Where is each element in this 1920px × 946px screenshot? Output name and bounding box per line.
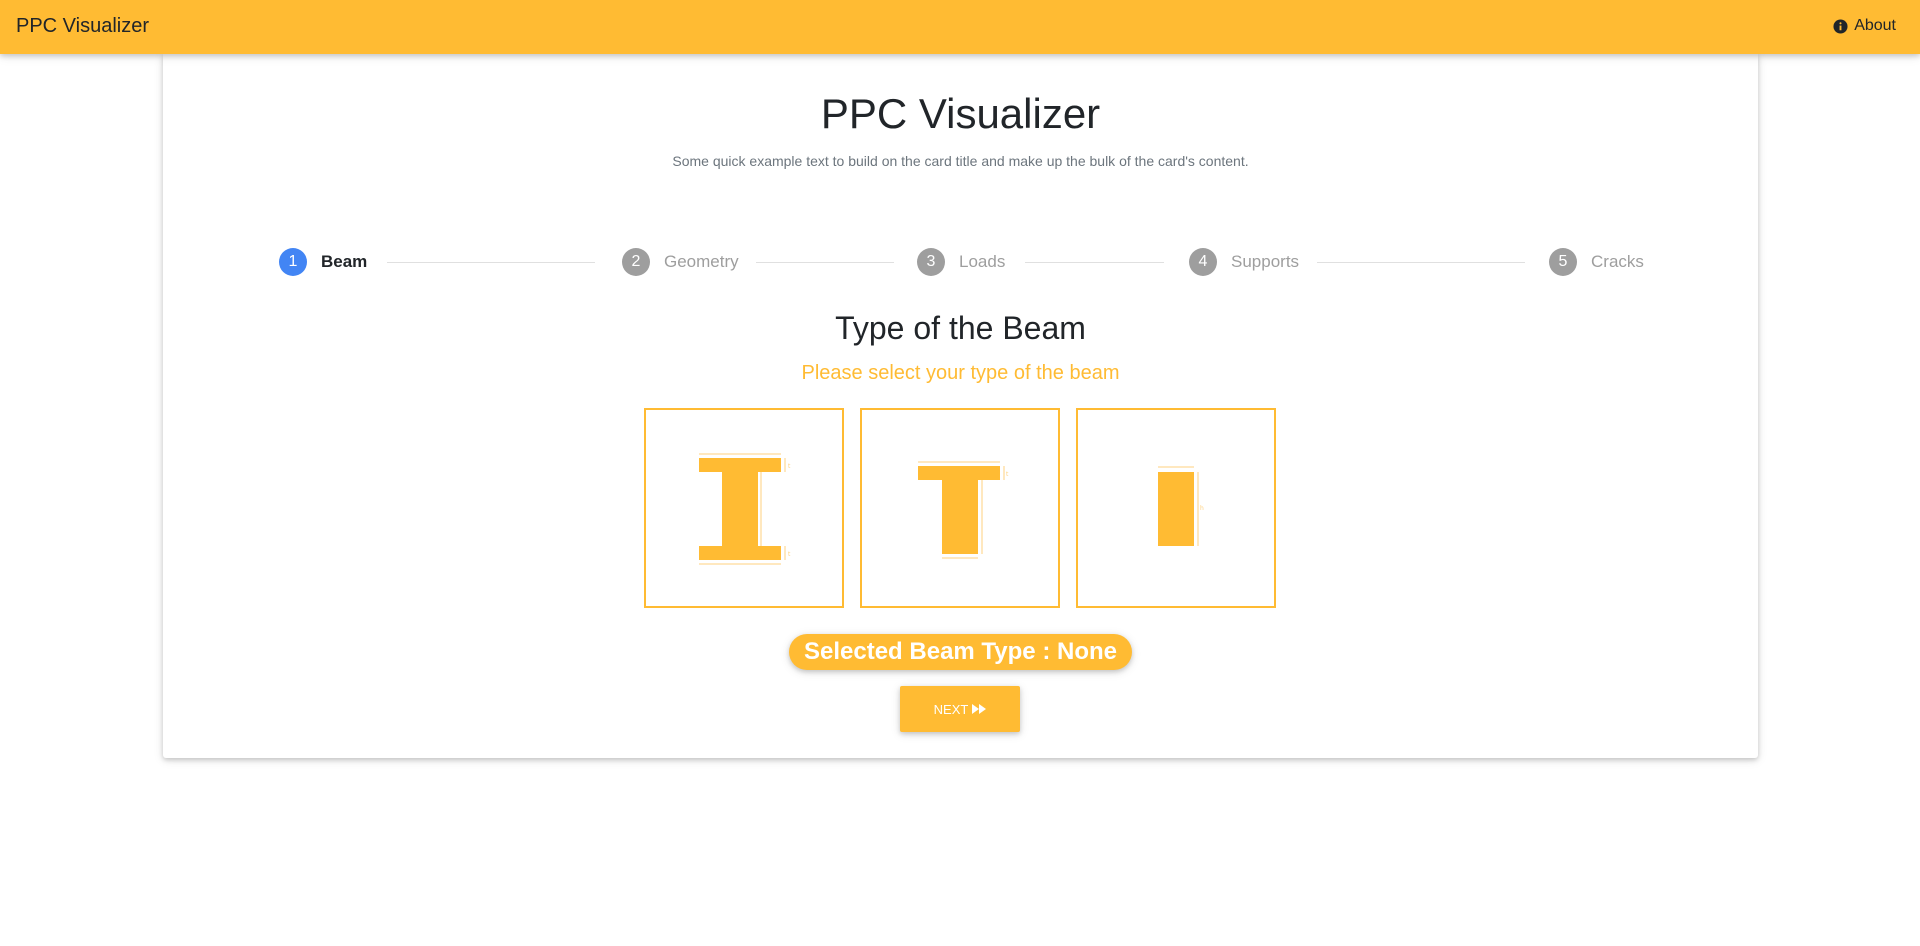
svg-text:h: h <box>1200 505 1204 512</box>
step-geometry[interactable]: 2 Geometry <box>622 244 739 280</box>
step-cracks[interactable]: 5 Cracks <box>1549 244 1644 280</box>
beam-option-rectangular[interactable]: h <box>1076 408 1276 608</box>
step-label: Loads <box>959 252 1006 271</box>
step-label: Beam <box>321 252 368 271</box>
svg-text:t: t <box>788 551 791 558</box>
beam-section-title: Type of the Beam <box>835 310 1086 346</box>
step-number: 1 <box>279 248 307 276</box>
step-connector <box>1317 262 1525 263</box>
card-title: PPC Visualizer <box>820 90 1101 137</box>
beam-option-i[interactable]: t t <box>644 408 844 608</box>
step-label: Geometry <box>664 252 739 271</box>
info-circle-icon <box>1833 18 1848 34</box>
step-label: Supports <box>1231 252 1300 271</box>
stepper: 1 Beam 2 Geometry 3 Loads 4 Supports 5 C… <box>279 244 1644 280</box>
step-connector <box>756 262 894 263</box>
svg-text:t: t <box>788 463 791 470</box>
beam-option-t[interactable]: t <box>860 408 1060 608</box>
rectangular-beam-icon: h <box>1158 466 1204 546</box>
step-number: 5 <box>1549 248 1577 276</box>
step-supports[interactable]: 4 Supports <box>1189 244 1299 280</box>
navbar-brand[interactable]: PPC Visualizer <box>16 15 149 38</box>
about-link[interactable]: About <box>1833 17 1896 35</box>
i-beam-icon: t t <box>699 453 791 565</box>
selected-beam-badge: Selected Beam Type : None <box>789 634 1132 670</box>
step-connector <box>387 262 595 263</box>
next-button[interactable]: NEXT <box>900 686 1020 732</box>
fast-forward-icon <box>972 704 987 714</box>
step-loads[interactable]: 3 Loads <box>917 244 1005 280</box>
step-connector <box>1025 262 1164 263</box>
card-text: Some quick example text to build on the … <box>672 153 1249 169</box>
main-card: PPC Visualizer Some quick example text t… <box>163 54 1758 758</box>
step-beam[interactable]: 1 Beam <box>279 244 367 280</box>
navbar: PPC Visualizer About <box>0 0 1920 54</box>
step-number: 4 <box>1189 248 1217 276</box>
t-beam-icon: t <box>918 461 1009 559</box>
about-label: About <box>1854 17 1896 34</box>
step-number: 3 <box>917 248 945 276</box>
step-label: Cracks <box>1591 252 1644 271</box>
next-label: NEXT <box>933 701 969 717</box>
svg-text:t: t <box>1006 471 1009 478</box>
step-number: 2 <box>622 248 650 276</box>
beam-section-subtitle: Please select your type of the beam <box>801 362 1120 384</box>
